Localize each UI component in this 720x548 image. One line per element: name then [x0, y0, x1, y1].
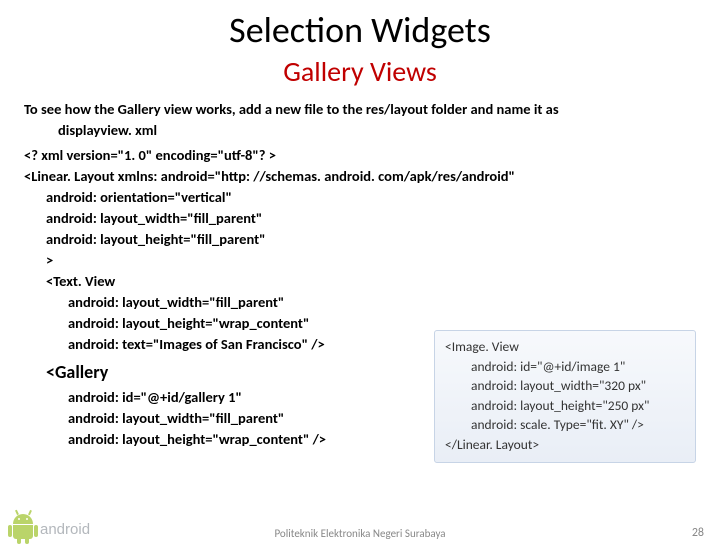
code-line: >	[24, 250, 696, 271]
gallery-tag: <Gallery	[24, 359, 424, 385]
code-line: android: layout_height="fill_parent"	[24, 229, 696, 250]
code-line: android: orientation="vertical"	[24, 187, 696, 208]
code-line: android: layout_height="wrap_content" />	[24, 429, 424, 450]
page-number: 28	[692, 526, 704, 540]
code-line: <? xml version="1. 0" encoding="utf-8"? …	[24, 145, 696, 166]
code-line: android: id="@+id/gallery 1"	[24, 387, 424, 408]
code-line: android: layout_width="fill_parent"	[24, 292, 424, 313]
intro-text: To see how the Gallery view works, add a…	[24, 99, 696, 141]
code-callout-box: <Image. View android: id="@+id/image 1" …	[434, 330, 696, 463]
code-line: <Text. View	[24, 271, 424, 292]
callout-line: android: layout_height="250 px"	[445, 396, 685, 416]
callout-line: </Linear. Layout>	[445, 435, 685, 455]
code-line: android: layout_width="fill_parent"	[24, 408, 424, 429]
callout-line: android: layout_width="320 px"	[445, 376, 685, 396]
code-line: android: layout_height="wrap_content"	[24, 313, 424, 334]
intro-line1: To see how the Gallery view works, add a…	[24, 100, 559, 118]
slide-title: Selection Widgets	[0, 8, 720, 52]
code-line: android: text="Images of San Francisco" …	[24, 334, 424, 355]
callout-line: android: scale. Type="fit. XY" />	[445, 415, 685, 435]
footer-text: Politeknik Elektronika Negeri Surabaya	[0, 527, 720, 540]
callout-line: android: id="@+id/image 1"	[445, 357, 685, 377]
intro-line2: displayview. xml	[24, 121, 157, 139]
code-line: <Linear. Layout xmlns: android="http: //…	[24, 166, 696, 187]
slide-subtitle: Gallery Views	[0, 54, 720, 89]
callout-line: <Image. View	[445, 337, 685, 357]
code-line: android: layout_width="fill_parent"	[24, 208, 696, 229]
